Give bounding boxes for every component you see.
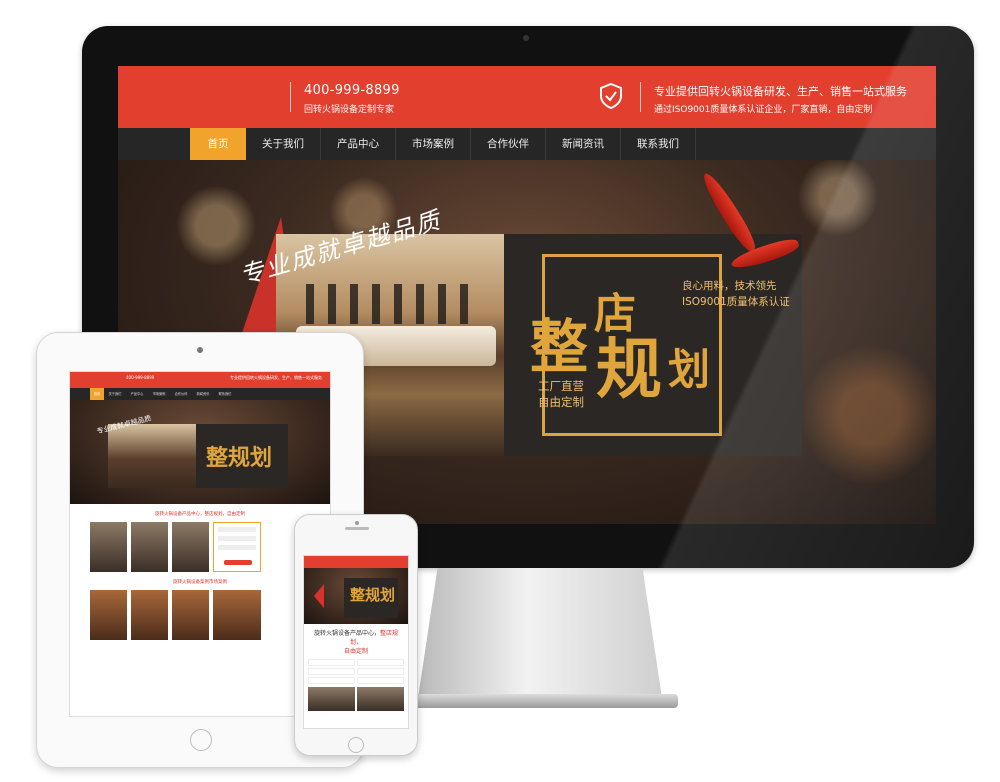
tablet-hero[interactable]: 专业成就卓越品质 整规划	[70, 400, 330, 504]
nav-item-products[interactable]: 产品中心	[321, 128, 396, 160]
hero-tagline: 良心用料，技术领先	[682, 280, 777, 292]
webcam	[523, 35, 529, 41]
category-item[interactable]	[308, 659, 355, 666]
service-line-2: 通过ISO9001质量体系认证企业，厂家直销，自由定制	[654, 105, 873, 115]
product-thumbnail[interactable]	[308, 687, 355, 711]
hotline-caption: 回转火锅设备定制专家	[304, 105, 395, 115]
nav-item-cases[interactable]: 市场案例	[396, 128, 471, 160]
tablet-hero-title: 整规划	[206, 445, 273, 471]
category-item[interactable]	[357, 677, 404, 684]
nav-item-partners[interactable]: 合作伙伴	[471, 128, 546, 160]
phone-title-part: 旋转火锅设备产品中心，	[313, 630, 380, 637]
monitor-base	[396, 694, 678, 708]
phone-section-title: 旋转火锅设备产品中心，整店规划， 自由定制	[304, 624, 408, 656]
tablet-hotline: 400-999-8899	[126, 375, 155, 380]
tablet-camera	[197, 347, 203, 353]
phone-header	[304, 556, 408, 568]
hero-tagline: ISO9001质量体系认证	[682, 296, 790, 308]
category-item[interactable]	[308, 677, 355, 684]
category-item[interactable]	[308, 668, 355, 675]
tablet-section-title: 旋转火锅设备案例市场案例	[173, 580, 227, 585]
tablet-nav-news[interactable]: 新闻资讯	[192, 388, 214, 400]
nav-item-about[interactable]: 关于我们	[246, 128, 321, 160]
divider	[640, 82, 641, 112]
nav-item-home[interactable]: 首页	[190, 128, 246, 160]
tablet-nav-home[interactable]: 首页	[90, 388, 104, 400]
phone-camera	[355, 521, 359, 525]
phone-home-button	[348, 737, 364, 753]
tablet-home-button	[190, 729, 212, 751]
case-thumbnail[interactable]	[131, 590, 168, 640]
responsive-mockup: 400-999-8899 回转火锅设备定制专家 专业提供回转火锅设备研发、生产、…	[0, 0, 1000, 782]
product-thumbnail[interactable]	[172, 522, 209, 572]
nav-item-contact[interactable]: 联系我们	[621, 128, 696, 160]
tablet-nav-partners[interactable]: 合作伙伴	[170, 388, 192, 400]
tablet-nav-about[interactable]: 关于我们	[104, 388, 126, 400]
product-category-list	[213, 522, 261, 572]
tablet-nav-cases[interactable]: 市场案例	[148, 388, 170, 400]
hero-tagline: 工厂直营	[538, 379, 584, 393]
monitor-stand	[418, 568, 662, 698]
phone-screen: 整规划 旋转火锅设备产品中心，整店规划， 自由定制	[303, 555, 409, 729]
tablet-hero-photo	[108, 424, 196, 488]
phone-device: 整规划 旋转火锅设备产品中心，整店规划， 自由定制	[294, 514, 418, 756]
phone-product-images	[304, 687, 408, 711]
main-nav: 首页 关于我们 产品中心 市场案例 合作伙伴 新闻资讯 联系我们	[118, 128, 936, 160]
hero-big-char: 规	[596, 330, 662, 408]
phone-title-part: 自由定制	[343, 648, 368, 655]
site-header: 400-999-8899 回转火锅设备定制专家 专业提供回转火锅设备研发、生产、…	[118, 66, 936, 128]
product-thumbnail[interactable]	[90, 522, 127, 572]
phone-category-list	[304, 656, 408, 687]
phone-hero[interactable]: 整规划	[304, 568, 408, 624]
case-thumbnail[interactable]	[90, 590, 127, 640]
tablet-service-line: 专业提供回转火锅设备研发、生产、销售一站式服务	[230, 375, 322, 380]
more-button[interactable]	[224, 560, 252, 565]
hero-tagline: 自由定制	[538, 395, 584, 409]
divider	[290, 82, 291, 112]
hotline-number[interactable]: 400-999-8899	[304, 83, 400, 98]
tablet-case-grid	[70, 590, 330, 640]
tablet-section-title: 旋转火锅设备产品中心，整店规划，自由定制	[155, 512, 245, 517]
tablet-product-grid	[70, 522, 330, 572]
case-thumbnail[interactable]	[213, 590, 261, 640]
tablet-nav-contact[interactable]: 联系我们	[214, 388, 236, 400]
tablet-nav-products[interactable]: 产品中心	[126, 388, 148, 400]
phone-speaker	[345, 527, 369, 530]
hero-big-char: 整	[530, 313, 589, 381]
shield-check-icon	[600, 82, 622, 110]
hero-big-char: 划	[668, 345, 711, 394]
category-item[interactable]	[357, 668, 404, 675]
tablet-header: 400-999-8899 专业提供回转火锅设备研发、生产、销售一站式服务	[70, 372, 330, 388]
phone-hero-accent	[314, 584, 324, 608]
product-thumbnail[interactable]	[357, 687, 404, 711]
case-thumbnail[interactable]	[172, 590, 209, 640]
tablet-nav: 首页 关于我们 产品中心 市场案例 合作伙伴 新闻资讯 联系我们	[70, 388, 330, 400]
category-item[interactable]	[357, 659, 404, 666]
product-thumbnail[interactable]	[131, 522, 168, 572]
phone-hero-title: 整规划	[350, 586, 396, 604]
service-line-1: 专业提供回转火锅设备研发、生产、销售一站式服务	[654, 85, 907, 98]
nav-item-news[interactable]: 新闻资讯	[546, 128, 621, 160]
tablet-screen: 400-999-8899 专业提供回转火锅设备研发、生产、销售一站式服务 首页 …	[69, 371, 331, 717]
